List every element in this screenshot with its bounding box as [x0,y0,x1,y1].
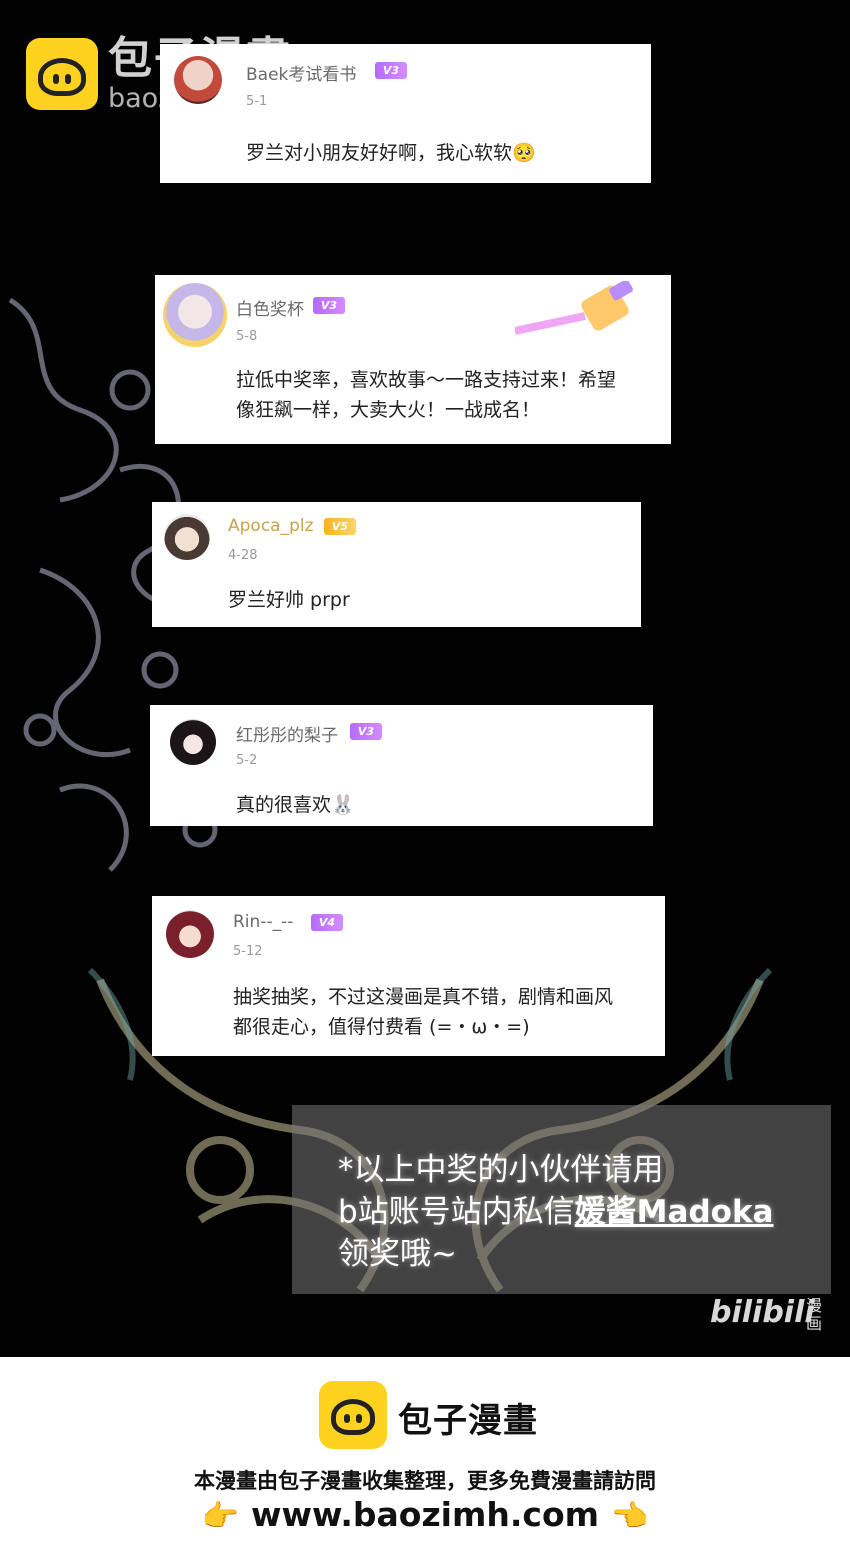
notice-line-1: *以上中奖的小伙伴请用 [338,1152,664,1188]
comment-card: Apoca_plz V5 4-28 罗兰好帅 prpr [152,502,641,627]
avatar [170,719,216,765]
baozi-logo-icon [26,38,98,110]
footer-description: 本漫畫由包子漫畫收集整理，更多免費漫畫請訪問 [194,1469,656,1493]
comment-date: 5-12 [233,944,263,959]
baozi-logo-icon [319,1381,387,1449]
bilibili-manhua-label: 漫画 [806,1296,823,1333]
level-badge: V5 [324,518,356,535]
avatar [166,910,214,958]
comment-text: 像狂飙一样，大卖大火！一战成名！ [236,399,541,421]
comment-card: Baek考试看书 V3 5-1 罗兰对小朋友好好啊，我心软软🥺 [160,44,651,183]
level-badge: V3 [350,723,382,740]
pointing-left-icon: 👈 [611,1499,649,1534]
contact-name-link[interactable]: 媛酱Madoka [575,1194,774,1230]
notice-line-2: b站账号站内私信 [338,1194,575,1230]
comment-username[interactable]: Apoca_plz [228,516,314,536]
avatar [164,514,210,560]
footer-brand: 包子漫畫 [398,1401,538,1441]
comment-username[interactable]: Rin--_-- [233,912,293,932]
comment-text: 都很走心，值得付费看 (=・ω・=) [233,1016,530,1038]
paintbrush-decoration-icon [515,281,633,335]
comment-date: 4-28 [228,548,258,563]
winner-notice: *以上中奖的小伙伴请用 b站账号站内私信媛酱Madoka 领奖哦~ [292,1105,831,1294]
avatar [163,283,227,347]
comment-date: 5-1 [246,94,268,109]
comment-card: 白色奖杯 V3 5-8 拉低中奖率，喜欢故事～一路支持过来！希望 像狂飙一样，大… [155,275,671,444]
comment-card: Rin--_-- V4 5-12 抽奖抽奖，不过这漫画是真不错，剧情和画风 都很… [152,896,665,1056]
comment-date: 5-2 [236,753,258,768]
comic-panel: 包子漫畫 baozimh.com Baek考试看书 V3 5-1 罗兰对小朋友好… [0,0,850,1357]
comment-date: 5-8 [236,329,258,344]
level-badge: V3 [375,62,407,79]
footer: 包子漫畫 本漫畫由包子漫畫收集整理，更多免費漫畫請訪問 👉 www.baozimh… [0,1357,850,1557]
comment-text: 拉低中奖率，喜欢故事～一路支持过来！希望 [236,369,617,391]
comment-text: 罗兰对小朋友好好啊，我心软软🥺 [246,142,536,164]
comment-text: 真的很喜欢🐰 [236,794,355,816]
footer-url-link[interactable]: www.baozimh.com [251,1495,599,1534]
comment-card: 红彤彤的梨子 V3 5-2 真的很喜欢🐰 [150,705,653,826]
pointing-right-icon: 👉 [201,1499,239,1534]
bilibili-logo: bilibili [710,1295,815,1330]
comment-username[interactable]: Baek考试看书 [246,60,356,85]
footer-url-row: 👉 www.baozimh.com 👈 [0,1495,850,1534]
avatar [174,56,222,104]
comment-username[interactable]: 白色奖杯 [236,295,304,320]
level-badge: V3 [313,297,345,314]
comment-text: 抽奖抽奖，不过这漫画是真不错，剧情和画风 [233,986,614,1008]
notice-line-3: 领奖哦~ [338,1236,457,1272]
comment-username[interactable]: 红彤彤的梨子 [236,721,338,746]
comment-text: 罗兰好帅 prpr [228,589,350,611]
level-badge: V4 [311,914,343,931]
